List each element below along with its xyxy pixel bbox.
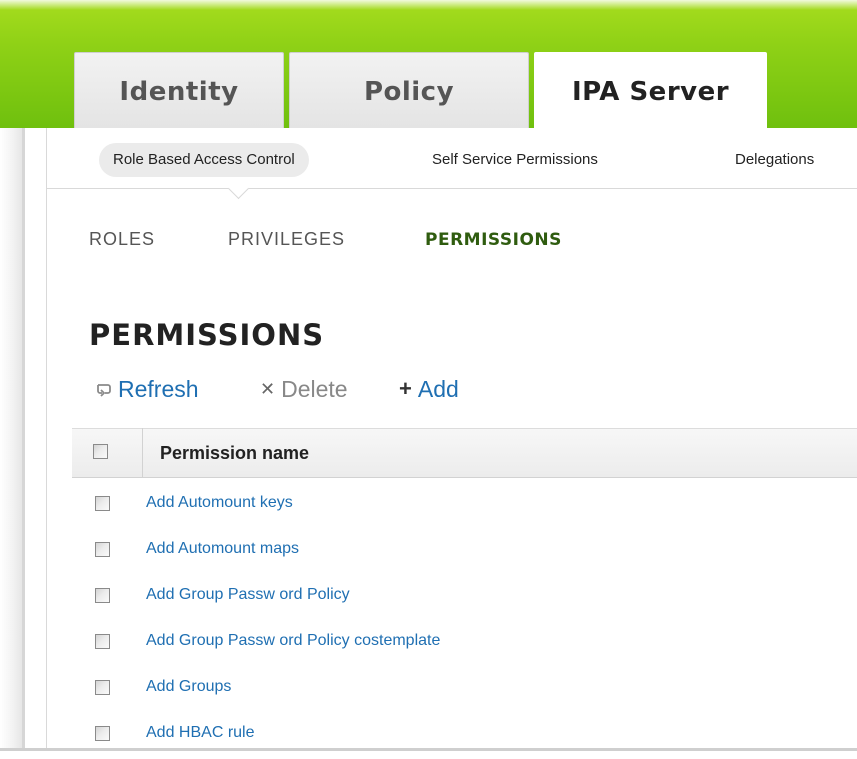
add-button[interactable]: + Add	[399, 374, 459, 404]
table-row: Add Group Passw ord Policy	[72, 575, 857, 621]
row-checkbox[interactable]	[95, 542, 110, 557]
left-frame-border	[22, 128, 25, 751]
tab-identity[interactable]: Identity	[74, 52, 284, 128]
permission-link[interactable]: Add Groups	[146, 678, 231, 696]
permission-link[interactable]: Add Group Passw ord Policy	[146, 586, 350, 604]
add-label: Add	[417, 376, 459, 402]
subnav-role-based-access-control[interactable]: Role Based Access Control	[99, 143, 309, 177]
tab-identity-label: Identity	[119, 77, 239, 107]
delete-button[interactable]: ✕ Delete	[260, 374, 348, 404]
tab-policy-label: Policy	[363, 77, 455, 107]
permission-link[interactable]: Add Group Passw ord Policy costemplate	[146, 632, 440, 650]
permission-link[interactable]: Add Automount maps	[146, 540, 299, 558]
table-row: Add HBAC rule	[72, 713, 857, 759]
tab-policy[interactable]: Policy	[289, 52, 529, 128]
header-highlight	[0, 0, 857, 10]
page-title: PERMISSIONS	[89, 318, 325, 352]
table-row: Add Automount maps	[72, 529, 857, 575]
row-checkbox[interactable]	[95, 588, 110, 603]
tab-ipa-server[interactable]: IPA Server	[534, 52, 767, 132]
row-checkbox[interactable]	[95, 496, 110, 511]
subnav-self-service-permissions[interactable]: Self Service Permissions	[432, 143, 598, 177]
row-checkbox[interactable]	[95, 634, 110, 649]
left-frame	[0, 128, 22, 751]
table-row: Add Automount keys	[72, 483, 857, 529]
nav-privileges[interactable]: PRIVILEGES	[228, 229, 345, 250]
delete-icon: ✕	[260, 379, 276, 399]
subnav-divider	[46, 188, 857, 189]
table-row: Add Group Passw ord Policy costemplate	[72, 621, 857, 667]
select-all-checkbox[interactable]	[93, 444, 108, 459]
add-icon: +	[399, 376, 412, 401]
refresh-button[interactable]: Refresh	[96, 374, 199, 404]
nav-permissions[interactable]: PERMISSIONS	[425, 230, 562, 250]
row-checkbox[interactable]	[95, 680, 110, 695]
column-header-permission-name[interactable]: Permission name	[160, 443, 309, 464]
tab-ipa-server-label: IPA Server	[571, 77, 730, 107]
refresh-icon	[96, 374, 112, 404]
row-checkbox[interactable]	[95, 726, 110, 741]
table-row: Add Groups	[72, 667, 857, 713]
permission-link[interactable]: Add HBAC rule	[146, 724, 255, 742]
subnav-delegations[interactable]: Delegations	[735, 143, 814, 177]
delete-label: Delete	[281, 376, 348, 402]
nav-roles[interactable]: ROLES	[89, 229, 155, 250]
refresh-label: Refresh	[118, 376, 199, 402]
permission-link[interactable]: Add Automount keys	[146, 494, 293, 512]
